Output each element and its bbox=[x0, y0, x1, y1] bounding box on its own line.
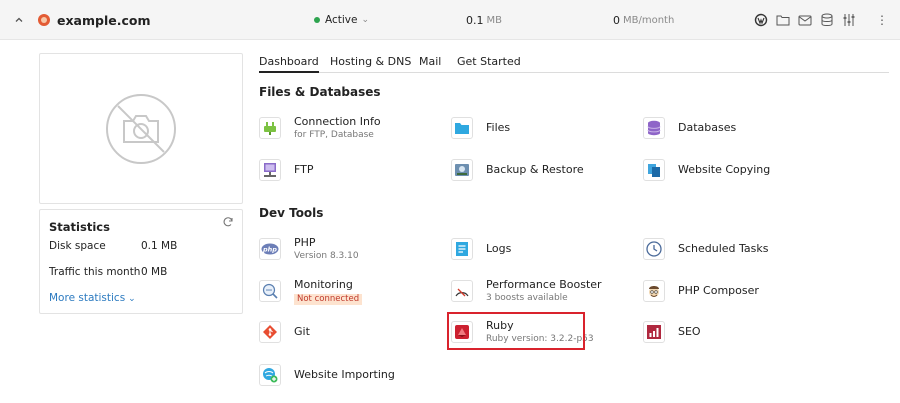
mail-icon[interactable] bbox=[798, 13, 812, 27]
website-importing-label: Website Importing bbox=[294, 368, 395, 381]
php-label: PHP bbox=[294, 235, 316, 249]
monitoring-label: Monitoring bbox=[294, 277, 353, 291]
ruby-highlight-frame bbox=[447, 312, 585, 350]
seo-tool[interactable]: SEO bbox=[643, 316, 701, 348]
plug-icon bbox=[259, 117, 281, 139]
logs-label: Logs bbox=[486, 242, 512, 255]
traffic-usage-unit: MB/month bbox=[623, 14, 675, 26]
svg-text:php: php bbox=[262, 246, 277, 254]
ftp-icon bbox=[259, 159, 281, 181]
files-label: Files bbox=[486, 121, 511, 134]
monitoring-tool[interactable]: Monitoring Not connected bbox=[259, 275, 363, 307]
sliders-icon[interactable] bbox=[842, 13, 856, 27]
backup-restore-tool[interactable]: Backup & Restore bbox=[451, 154, 584, 186]
import-icon bbox=[259, 364, 281, 386]
more-statistics-label: More statistics bbox=[49, 292, 126, 304]
tab-dashboard[interactable]: Dashboard bbox=[259, 55, 319, 73]
ftp-tool[interactable]: FTP bbox=[259, 154, 314, 186]
statistics-title: Statistics bbox=[49, 220, 110, 234]
tab-get-started[interactable]: Get Started bbox=[457, 55, 521, 73]
logs-icon bbox=[451, 238, 473, 260]
more-statistics-link[interactable]: More statistics ⌄ bbox=[49, 292, 136, 304]
monitoring-icon bbox=[259, 280, 281, 302]
disk-space-value: 0.1 MB bbox=[141, 240, 178, 252]
statistics-panel: Statistics Disk space 0.1 MB Traffic thi… bbox=[39, 209, 243, 314]
disk-space-label: Disk space bbox=[49, 240, 106, 252]
no-preview-camera-icon bbox=[106, 93, 176, 164]
git-tool[interactable]: Git bbox=[259, 316, 310, 348]
php-tool[interactable]: php PHP Version 8.3.10 bbox=[259, 233, 359, 265]
header-actions bbox=[754, 0, 856, 40]
databases-tool[interactable]: Databases bbox=[643, 112, 736, 144]
domain-name-link[interactable]: example.com bbox=[57, 0, 150, 40]
composer-icon bbox=[643, 280, 665, 302]
site-preview bbox=[39, 53, 243, 204]
files-databases-heading: Files & Databases bbox=[259, 85, 381, 99]
traffic-usage-value: 0 bbox=[613, 13, 620, 27]
refresh-icon[interactable] bbox=[222, 216, 234, 231]
not-connected-badge: Not connected bbox=[294, 293, 363, 305]
dev-tools-heading: Dev Tools bbox=[259, 206, 324, 220]
database-icon[interactable] bbox=[820, 13, 834, 27]
php-icon: php bbox=[259, 238, 281, 260]
performance-booster-label: Performance Booster bbox=[486, 277, 602, 291]
chevron-down-icon: ⌄ bbox=[361, 15, 370, 25]
seo-icon bbox=[643, 321, 665, 343]
more-menu-icon[interactable]: ⋮ bbox=[876, 0, 888, 40]
performance-booster-tool[interactable]: Performance Booster 3 boosts available bbox=[451, 275, 602, 307]
backup-restore-label: Backup & Restore bbox=[486, 163, 584, 176]
wordpress-icon[interactable] bbox=[754, 13, 768, 27]
connection-info-label: Connection Info bbox=[294, 114, 381, 128]
seo-label: SEO bbox=[678, 325, 701, 338]
clock-icon bbox=[643, 238, 665, 260]
connection-info-tool[interactable]: Connection Info for FTP, Database bbox=[259, 112, 381, 144]
scheduled-tasks-label: Scheduled Tasks bbox=[678, 242, 769, 255]
disk-space-row: Disk space 0.1 MB bbox=[49, 240, 177, 252]
connection-info-sub: for FTP, Database bbox=[294, 129, 374, 140]
php-composer-tool[interactable]: PHP Composer bbox=[643, 275, 759, 307]
files-tool[interactable]: Files bbox=[451, 112, 510, 144]
traffic-label: Traffic this month bbox=[49, 266, 141, 278]
database-icon bbox=[643, 117, 665, 139]
scheduled-tasks-tool[interactable]: Scheduled Tasks bbox=[643, 233, 769, 265]
subscription-header: example.com Active ⌄ 0.1 MB 0 MB/month ⋮ bbox=[0, 0, 900, 40]
disk-usage-value: 0.1 bbox=[466, 13, 484, 27]
databases-label: Databases bbox=[678, 121, 737, 134]
php-composer-label: PHP Composer bbox=[678, 284, 759, 297]
collapse-chevron-icon[interactable] bbox=[14, 0, 24, 40]
status-label: Active bbox=[325, 14, 358, 26]
site-favicon-icon bbox=[38, 0, 50, 40]
disk-usage-unit: MB bbox=[486, 14, 503, 26]
traffic-usage: 0 MB/month bbox=[613, 0, 674, 40]
website-copying-label: Website Copying bbox=[678, 163, 771, 176]
git-icon bbox=[259, 321, 281, 343]
php-version: Version 8.3.10 bbox=[294, 250, 359, 261]
website-copying-tool[interactable]: Website Copying bbox=[643, 154, 770, 186]
tab-hosting-dns[interactable]: Hosting & DNS bbox=[330, 55, 411, 73]
folder-icon[interactable] bbox=[776, 13, 790, 27]
performance-booster-sub: 3 boosts available bbox=[486, 292, 568, 303]
backup-icon bbox=[451, 159, 473, 181]
git-label: Git bbox=[294, 325, 310, 338]
folder-icon bbox=[451, 117, 473, 139]
tab-mail[interactable]: Mail bbox=[419, 55, 441, 73]
copy-icon bbox=[643, 159, 665, 181]
disk-usage: 0.1 MB bbox=[466, 0, 502, 40]
status-dropdown[interactable]: Active ⌄ bbox=[314, 0, 369, 40]
ftp-label: FTP bbox=[294, 163, 314, 176]
chevron-down-icon: ⌄ bbox=[128, 294, 136, 304]
gauge-icon bbox=[451, 280, 473, 302]
logs-tool[interactable]: Logs bbox=[451, 233, 511, 265]
traffic-value: 0 MB bbox=[141, 266, 168, 278]
status-dot-icon bbox=[314, 17, 320, 23]
subscription-tabs: Dashboard Hosting & DNS Mail Get Started bbox=[259, 55, 889, 73]
website-importing-tool[interactable]: Website Importing bbox=[259, 359, 395, 391]
traffic-row: Traffic this month 0 MB bbox=[49, 266, 167, 278]
